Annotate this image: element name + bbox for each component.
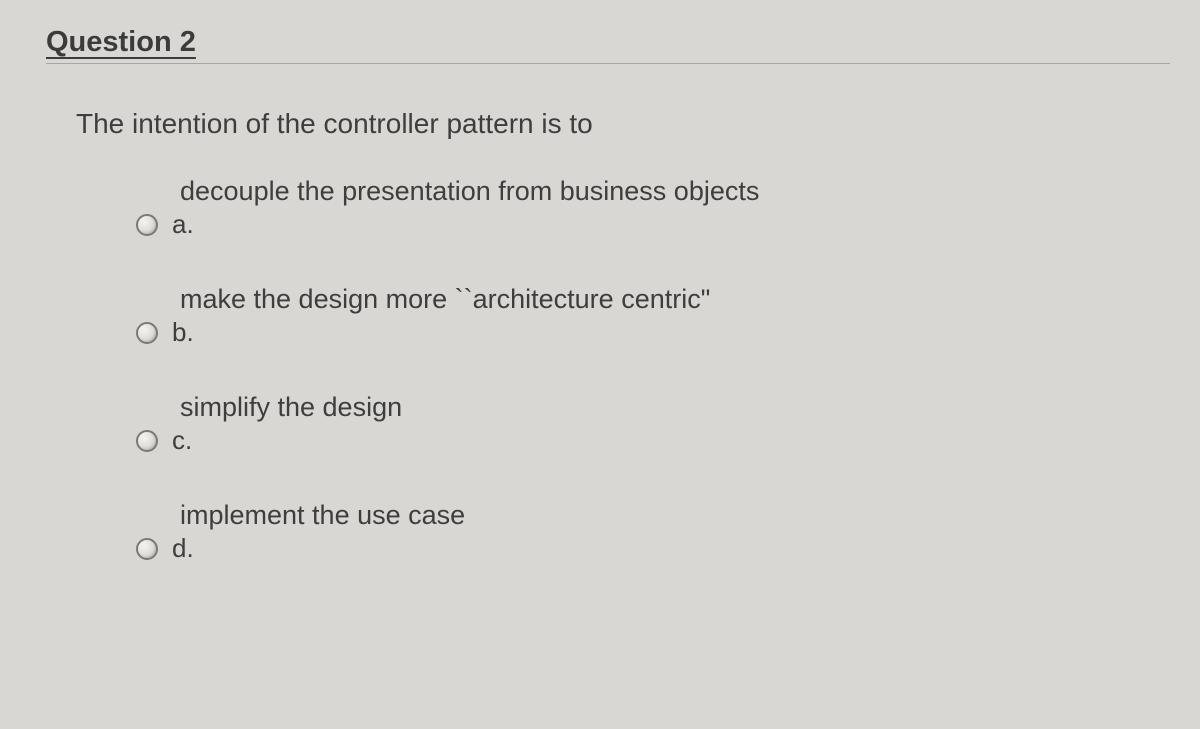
option-radio-b[interactable] xyxy=(136,322,158,344)
option-control: d. xyxy=(136,533,1170,564)
option-c: simplify the design c. xyxy=(136,392,1170,456)
option-b: make the design more ``architecture cent… xyxy=(136,284,1170,348)
option-radio-c[interactable] xyxy=(136,430,158,452)
option-control: c. xyxy=(136,425,1170,456)
question-container: Question 2 The intention of the controll… xyxy=(18,18,1200,638)
option-letter: c. xyxy=(172,425,192,456)
option-control: a. xyxy=(136,209,1170,240)
option-letter: a. xyxy=(172,209,194,240)
option-radio-a[interactable] xyxy=(136,214,158,236)
question-stem: The intention of the controller pattern … xyxy=(76,108,1170,140)
question-heading-wrap: Question 2 xyxy=(46,26,1170,64)
option-text: implement the use case xyxy=(180,500,1170,531)
option-text: decouple the presentation from business … xyxy=(180,176,1170,207)
option-letter: d. xyxy=(172,533,194,564)
option-letter: b. xyxy=(172,317,194,348)
option-control: b. xyxy=(136,317,1170,348)
question-heading: Question 2 xyxy=(46,26,196,58)
option-text: simplify the design xyxy=(180,392,1170,423)
option-a: decouple the presentation from business … xyxy=(136,176,1170,240)
option-text: make the design more ``architecture cent… xyxy=(180,284,1170,315)
option-radio-d[interactable] xyxy=(136,538,158,560)
options-list: decouple the presentation from business … xyxy=(136,176,1170,564)
option-d: implement the use case d. xyxy=(136,500,1170,564)
